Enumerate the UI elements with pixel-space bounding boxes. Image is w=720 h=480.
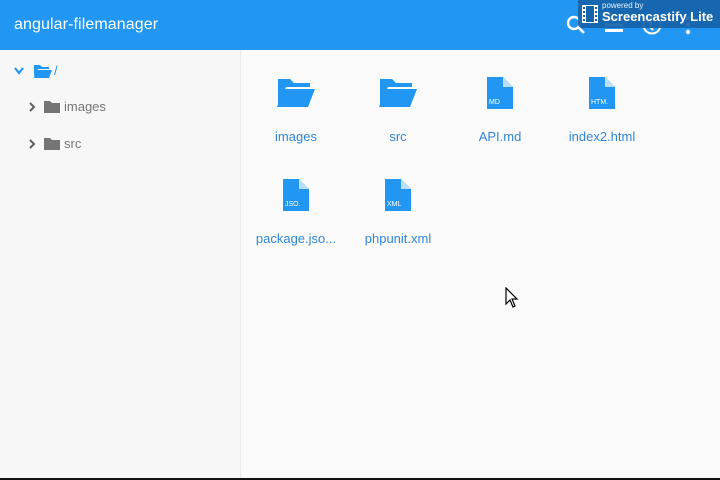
file-item-api-md[interactable]: MD API.md — [448, 77, 552, 167]
file-xml-icon: XML — [385, 179, 411, 211]
folder-open-icon — [277, 79, 315, 107]
file-name: phpunit.xml — [364, 231, 432, 246]
folder-open-icon — [379, 79, 417, 107]
folder-icon — [44, 101, 60, 113]
folder-open-icon — [34, 65, 52, 78]
file-html-icon: HTM. — [589, 77, 615, 109]
folder-tree-sidebar: / images src — [0, 50, 241, 478]
file-badge: HTM. — [591, 99, 608, 106]
file-item-phpunit-xml[interactable]: XML phpunit.xml — [346, 179, 450, 269]
app-toolbar: angular-filemanager powered by Screencas… — [0, 0, 720, 50]
app-title: angular-filemanager — [14, 16, 159, 33]
file-item-package-json[interactable]: JSO. package.jso... — [244, 179, 348, 269]
film-icon — [582, 5, 598, 23]
file-name: API.md — [478, 129, 522, 144]
tree-item-src[interactable]: src — [0, 132, 240, 156]
file-name: images — [275, 129, 317, 144]
file-grid: images src MD API.md HTM. index2.html JS… — [241, 50, 720, 478]
tree-item-images[interactable]: images — [0, 95, 240, 119]
file-badge: MD — [489, 99, 500, 106]
tree-item-label: / — [54, 63, 58, 78]
file-badge: JSO. — [285, 201, 301, 208]
file-badge: XML — [387, 201, 402, 208]
watermark-brand: Screencastify Lite — [602, 9, 714, 24]
file-name: package.jso... — [255, 231, 337, 246]
tree-item-root[interactable]: / — [0, 59, 240, 83]
mouse-pointer-icon — [505, 287, 519, 308]
file-item-src[interactable]: src — [346, 77, 450, 167]
file-item-images[interactable]: images — [244, 77, 348, 167]
file-name: index2.html — [568, 129, 636, 144]
chevron-down-icon[interactable] — [13, 66, 25, 76]
file-json-icon: JSO. — [283, 179, 309, 211]
screencastify-watermark: powered by Screencastify Lite — [578, 0, 720, 28]
tree-item-label: images — [64, 99, 106, 114]
file-md-icon: MD — [487, 77, 513, 109]
file-item-index2-html[interactable]: HTM. index2.html — [550, 77, 654, 167]
chevron-right-icon[interactable] — [28, 139, 36, 149]
file-name: src — [389, 129, 407, 144]
chevron-right-icon[interactable] — [28, 102, 36, 112]
tree-item-label: src — [64, 136, 82, 151]
folder-icon — [44, 138, 60, 150]
